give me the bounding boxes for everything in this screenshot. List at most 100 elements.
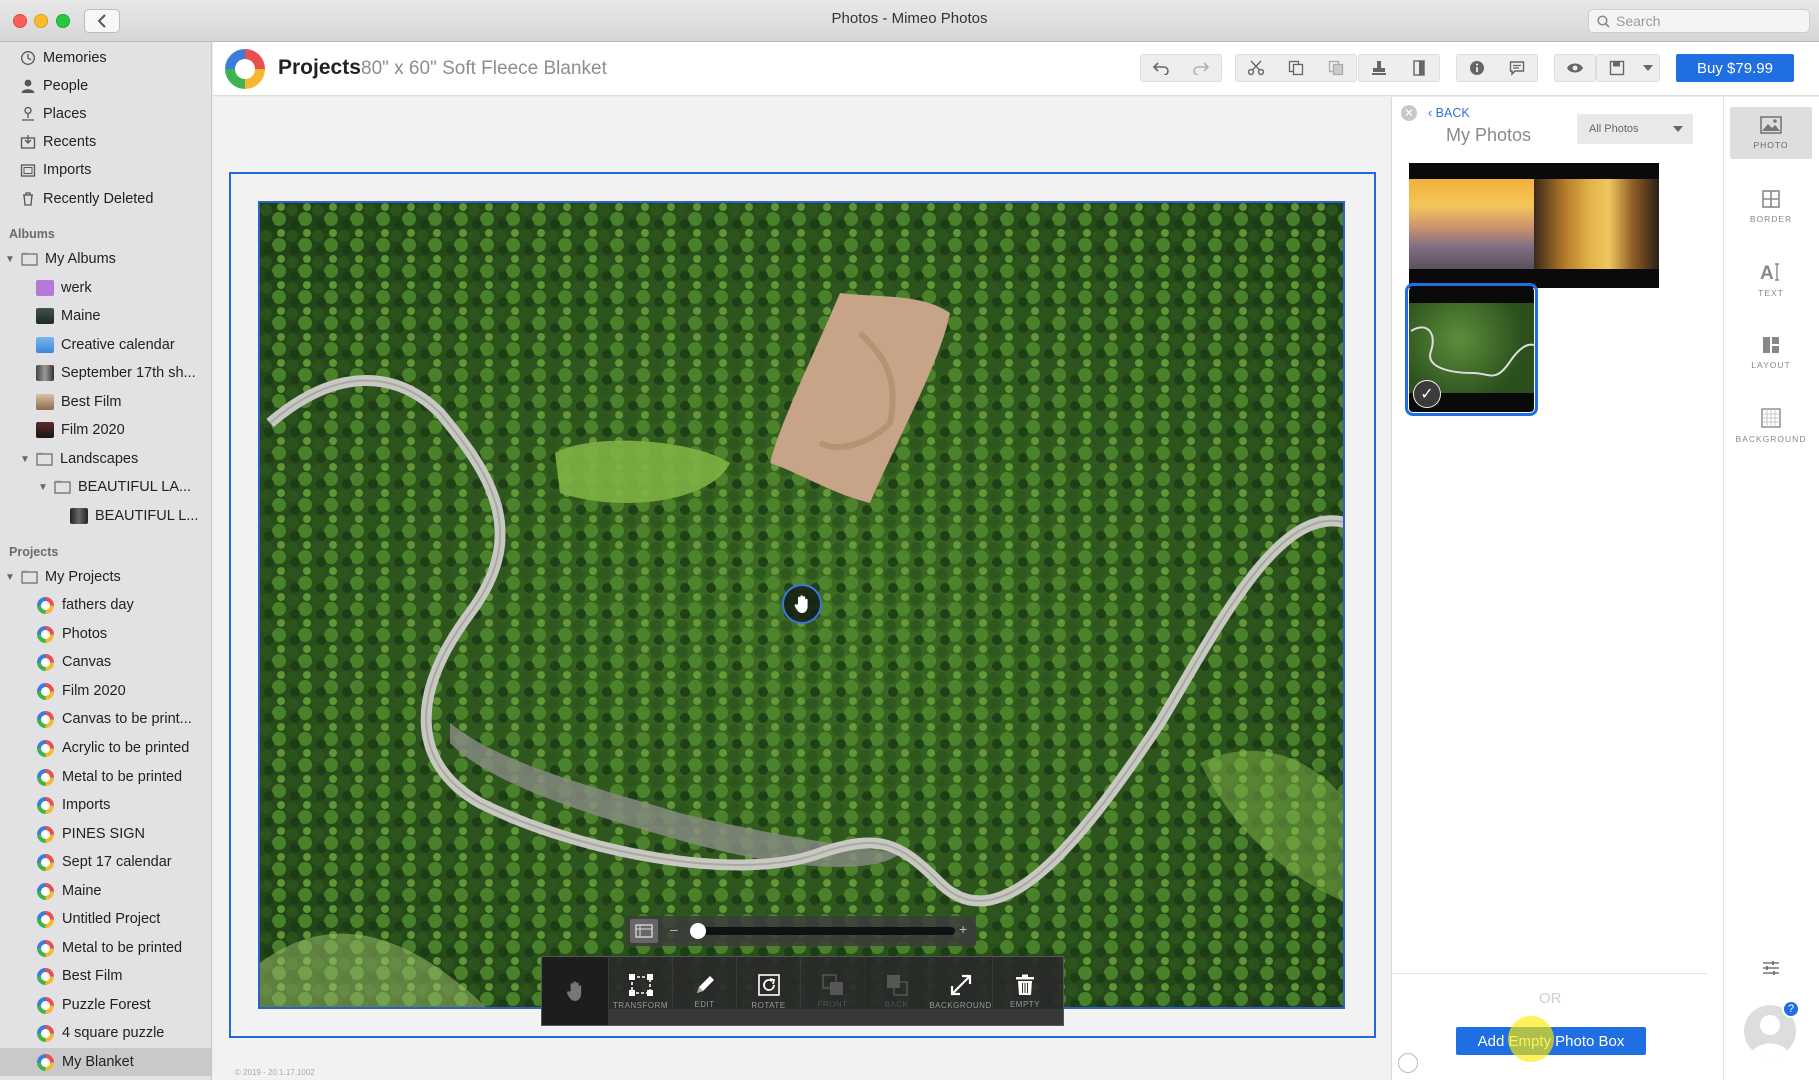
preview-button[interactable]: [1555, 55, 1595, 81]
sidebar-item-maine[interactable]: Maine: [0, 302, 211, 330]
send-back-button[interactable]: BACK: [865, 957, 929, 1025]
search-input[interactable]: Search: [1588, 9, 1810, 33]
zoom-slider-knob[interactable]: [690, 923, 706, 939]
sidebar-project-item[interactable]: Maine: [0, 877, 211, 905]
edit-tool-button[interactable]: EDIT: [673, 957, 737, 1025]
sidebar-project-item[interactable]: Acrylic to be printed: [0, 734, 211, 762]
albums-header: Albums: [9, 227, 55, 241]
projects-header: Projects: [9, 545, 59, 559]
transform-tool-button[interactable]: TRANSFORM: [609, 957, 673, 1025]
sidebar-item-label: Canvas: [62, 654, 112, 670]
undo-button[interactable]: [1141, 55, 1181, 81]
sidebar-item-label: Sept 17 calendar: [62, 854, 172, 870]
sidebar-item-september-17th[interactable]: September 17th sh...: [0, 359, 211, 387]
redo-button[interactable]: [1181, 55, 1221, 81]
photo-filter-select[interactable]: All Photos: [1577, 114, 1693, 144]
disclosure-down-icon[interactable]: ▼: [5, 254, 17, 265]
sidebar-project-item[interactable]: PINES SIGN: [0, 820, 211, 848]
photo-thumbnail-autumn[interactable]: [1534, 163, 1659, 288]
sidebar-item-label: BEAUTIFUL LA...: [78, 479, 192, 495]
sidebar-item-memories[interactable]: Memories: [0, 44, 211, 72]
background-tool-button[interactable]: BACKGROUND: [929, 957, 993, 1025]
cut-button[interactable]: [1236, 55, 1276, 81]
sidebar-project-item[interactable]: Sept 17 calendar: [0, 848, 211, 876]
sidebar-project-item[interactable]: Photos: [0, 620, 211, 648]
rotate-tool-button[interactable]: ROTATE: [737, 957, 801, 1025]
sidebar-project-item[interactable]: Film 2020: [0, 677, 211, 705]
sidebar-project-item[interactable]: Metal to be printed: [0, 763, 211, 791]
photo-thumbnail-forest-road-selected[interactable]: ✓: [1405, 283, 1538, 416]
paste-icon: [1328, 60, 1344, 76]
sidebar-item-my-albums[interactable]: ▼ My Albums: [0, 245, 211, 273]
comment-button[interactable]: [1497, 55, 1537, 81]
rail-label: BACKGROUND: [1735, 434, 1807, 444]
sidebar-project-item[interactable]: Puzzle Forest: [0, 991, 211, 1019]
empty-tool-button[interactable]: EMPTY: [993, 957, 1057, 1025]
sidebar-project-item[interactable]: fathers day: [0, 591, 211, 619]
rotate-icon: [757, 973, 780, 996]
disclosure-down-icon[interactable]: ▼: [20, 454, 32, 465]
tool-label: EDIT: [694, 999, 715, 1009]
sidebar-item-film-2020[interactable]: Film 2020: [0, 416, 211, 444]
sidebar-item-my-projects[interactable]: ▼ My Projects: [0, 563, 211, 591]
rail-layout-tab[interactable]: LAYOUT: [1730, 327, 1812, 379]
help-badge[interactable]: ?: [1782, 1000, 1800, 1018]
sidebar-project-item[interactable]: Metal to be printed: [0, 934, 211, 962]
sidebar-project-item[interactable]: Canvas: [0, 648, 211, 676]
sidebar-project-item[interactable]: Canvas to be print...: [0, 705, 211, 733]
sidebar-project-item[interactable]: 4 square puzzle: [0, 1019, 211, 1047]
sidebar-item-creative-calendar[interactable]: Creative calendar: [0, 331, 211, 359]
buy-button[interactable]: Buy $79.99: [1676, 54, 1794, 82]
bring-front-button[interactable]: FRONT: [801, 957, 865, 1025]
sidebar-item-recents[interactable]: Recents: [0, 128, 211, 156]
sidebar-project-item[interactable]: Imports: [0, 791, 211, 819]
close-panel-button[interactable]: ✕: [1401, 105, 1417, 121]
disclosure-down-icon[interactable]: ▼: [5, 572, 17, 583]
page-button[interactable]: [1399, 55, 1439, 81]
sidebar-item-beautiful-l-album[interactable]: BEAUTIFUL L...: [0, 502, 211, 530]
album-thumbnail: [36, 337, 54, 353]
sidebar-item-imports[interactable]: Imports: [0, 156, 211, 184]
rail-background-tab[interactable]: BACKGROUND: [1730, 400, 1812, 452]
mimeo-project-icon: [37, 796, 54, 814]
save-menu-button[interactable]: [1637, 55, 1659, 81]
sidebar-item-beautiful-la-folder[interactable]: ▼ BEAUTIFUL LA...: [0, 473, 211, 501]
sidebar-project-item-selected[interactable]: My Blanket: [0, 1048, 211, 1076]
sidebar-project-item[interactable]: Untitled Project: [0, 905, 211, 933]
scissors-icon: [1247, 60, 1265, 76]
sidebar-item-best-film[interactable]: Best Film: [0, 388, 211, 416]
sidebar-item-recently-deleted[interactable]: Recently Deleted: [0, 185, 211, 213]
paste-button[interactable]: [1316, 55, 1356, 81]
crop-fit-button[interactable]: [630, 919, 658, 943]
pan-handle[interactable]: [782, 584, 822, 624]
tool-label: TRANSFORM: [612, 1000, 669, 1010]
mimeo-project-icon: [37, 825, 54, 843]
rail-border-tab[interactable]: BORDER: [1730, 181, 1812, 233]
redo-icon: [1193, 62, 1210, 75]
grid-icon: [1762, 190, 1780, 208]
sidebar-item-landscapes[interactable]: ▼ Landscapes: [0, 445, 211, 473]
info-button[interactable]: [1457, 55, 1497, 81]
adjustments-button[interactable]: [1762, 959, 1780, 982]
save-icon: [1609, 60, 1625, 76]
back-link[interactable]: ‹ BACK: [1428, 106, 1470, 120]
pan-tool-button[interactable]: [542, 957, 609, 1025]
zoom-slider[interactable]: [690, 923, 955, 939]
folder-icon: [21, 252, 38, 267]
sidebar-project-item[interactable]: Best Film: [0, 962, 211, 990]
sidebar-item-werk[interactable]: werk: [0, 274, 211, 302]
stamp-button[interactable]: [1359, 55, 1399, 81]
sidebar-item-places[interactable]: Places: [0, 100, 211, 128]
save-button[interactable]: [1597, 55, 1637, 81]
sidebar-item-people[interactable]: People: [0, 72, 211, 100]
photo-thumbnail-sunset[interactable]: [1409, 163, 1534, 288]
copy-button[interactable]: [1276, 55, 1316, 81]
disclosure-down-icon[interactable]: ▼: [38, 482, 50, 493]
resize-handle-icon[interactable]: [1398, 1053, 1418, 1073]
album-thumbnail: [70, 508, 88, 524]
rail-text-tab[interactable]: A TEXT: [1730, 254, 1812, 306]
sidebar-item-label: My Albums: [45, 251, 116, 267]
rail-photo-tab[interactable]: PHOTO: [1730, 107, 1812, 159]
mimeo-project-icon: [37, 682, 54, 700]
album-thumbnail: [36, 394, 54, 410]
